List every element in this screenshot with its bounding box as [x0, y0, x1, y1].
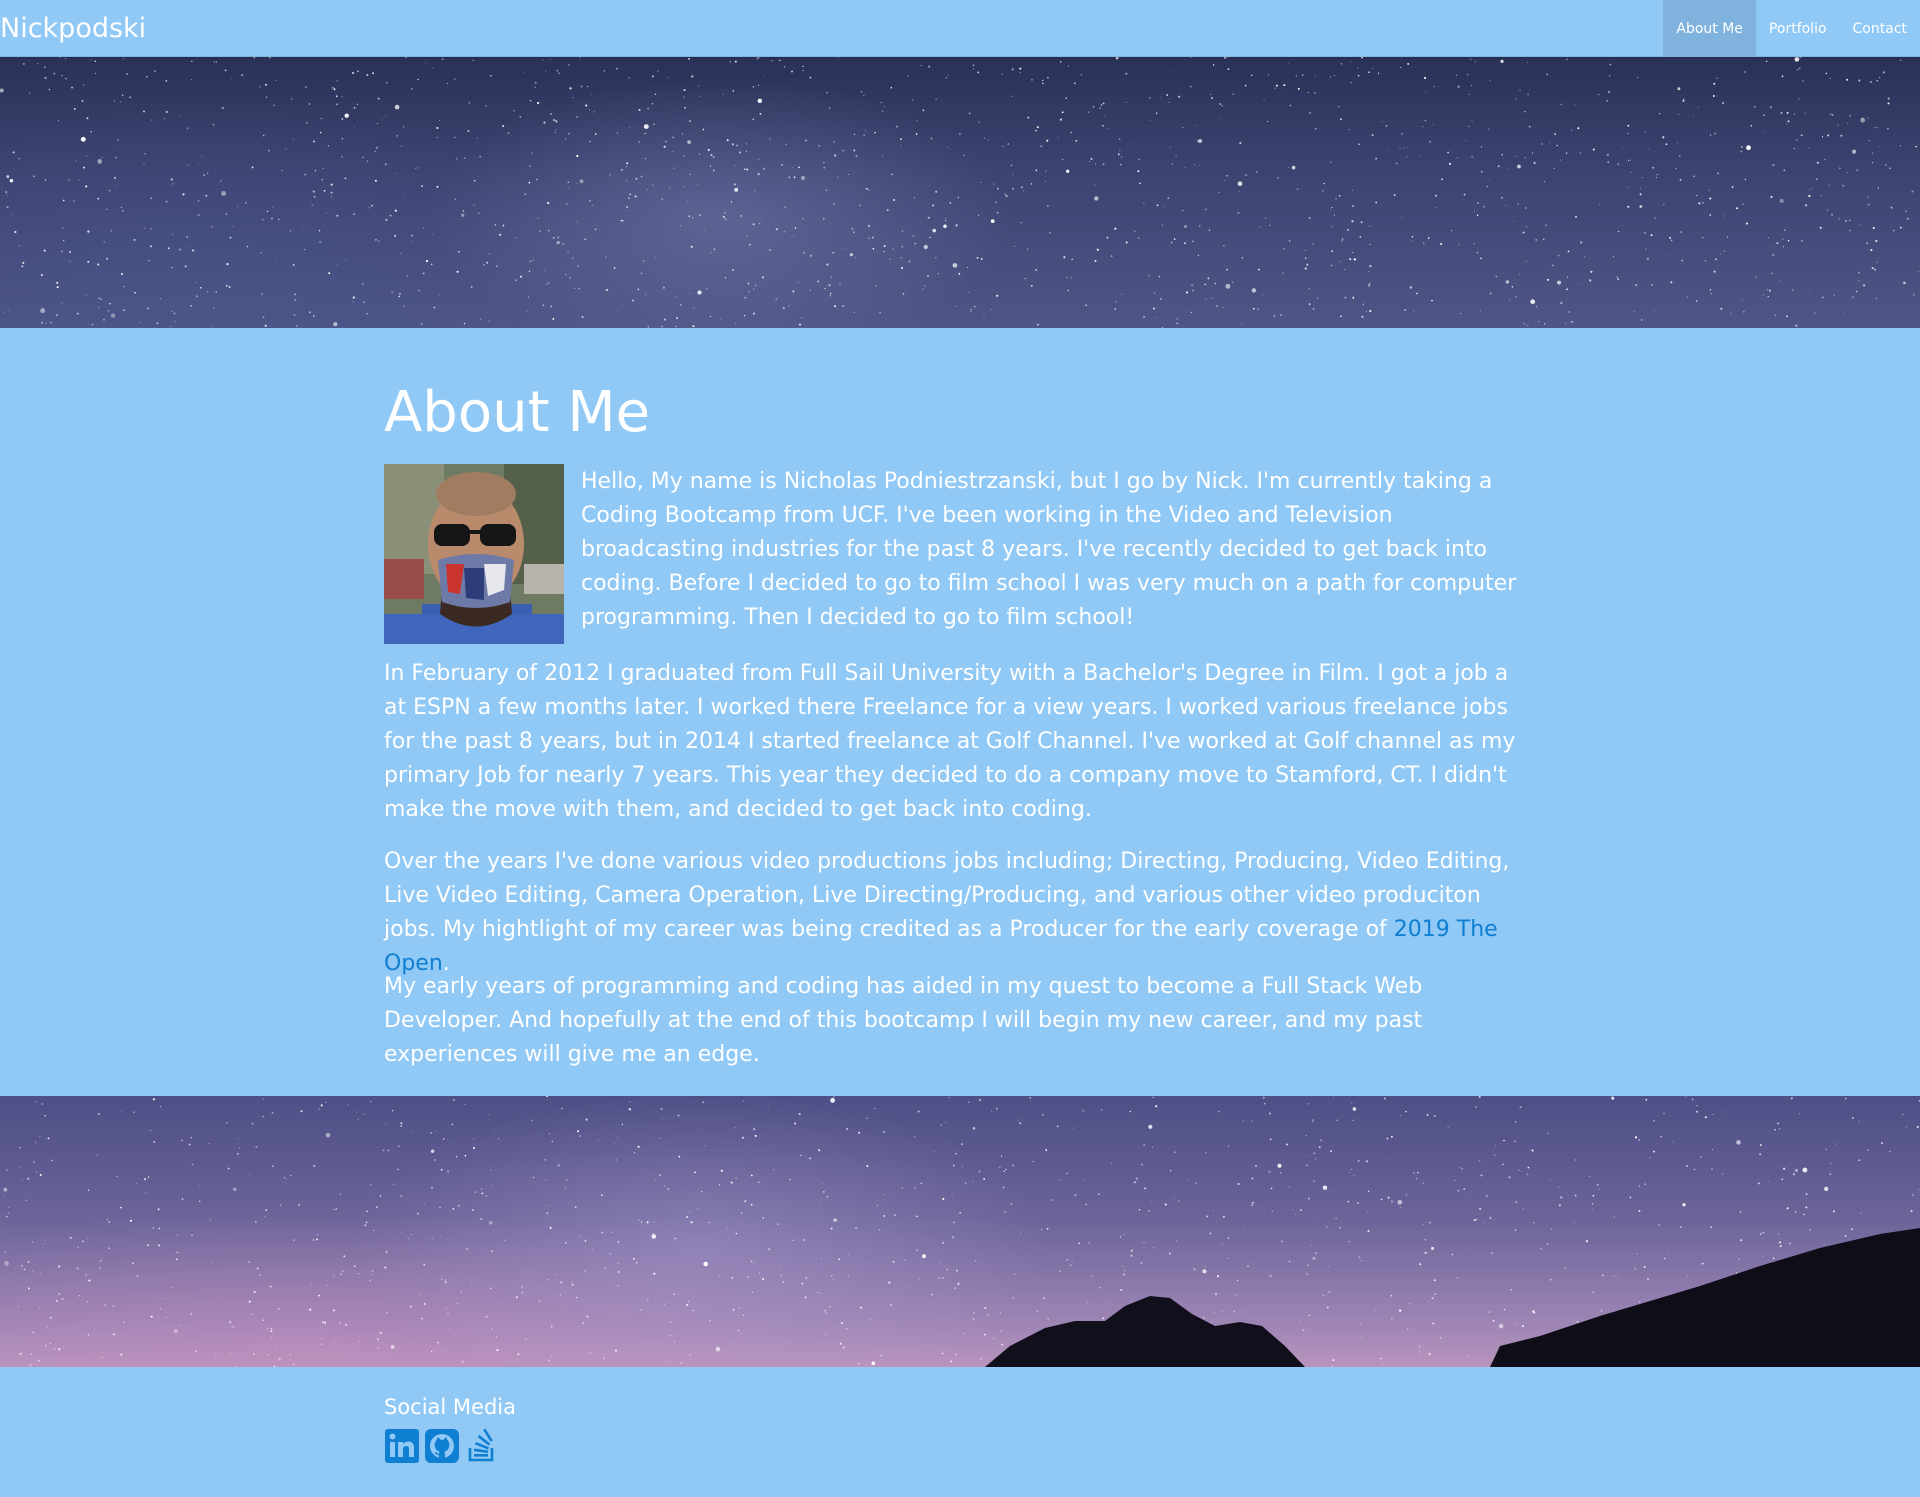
about-paragraph-video-jobs: Over the years I've done various video p…: [384, 845, 1536, 981]
navbar: Nickpodski About Me Portfolio Contact: [0, 0, 1920, 57]
about-paragraph-goals: My early years of programming and coding…: [384, 974, 1423, 1067]
hero-banner-bottom: [0, 1096, 1920, 1367]
social-links: [384, 1428, 500, 1464]
profile-photo: [384, 464, 564, 644]
github-icon[interactable]: [424, 1428, 460, 1464]
linkedin-icon[interactable]: [384, 1428, 420, 1464]
hero-banner-top: [0, 57, 1920, 328]
nav-link-portfolio[interactable]: Portfolio: [1756, 0, 1840, 57]
starfield-image: [0, 57, 1920, 328]
about-paragraph-intro: Hello, My name is Nicholas Podniestrzans…: [581, 469, 1517, 630]
paragraph-text: Over the years I've done various video p…: [384, 849, 1510, 942]
nav-link-about-me[interactable]: About Me: [1663, 0, 1756, 57]
footer: Social Media: [384, 1394, 984, 1463]
nav-link-contact[interactable]: Contact: [1840, 0, 1920, 57]
stackoverflow-icon[interactable]: [464, 1428, 500, 1464]
footer-title: Social Media: [384, 1395, 517, 1419]
starfield-mountains-image: [2, 1096, 1920, 1367]
nav-links: About Me Portfolio Contact: [1663, 0, 1920, 57]
about-paragraph-career: In February of 2012 I graduated from Ful…: [384, 661, 1516, 822]
brand-link[interactable]: Nickpodski: [0, 14, 146, 44]
page-title: About Me: [384, 380, 651, 445]
